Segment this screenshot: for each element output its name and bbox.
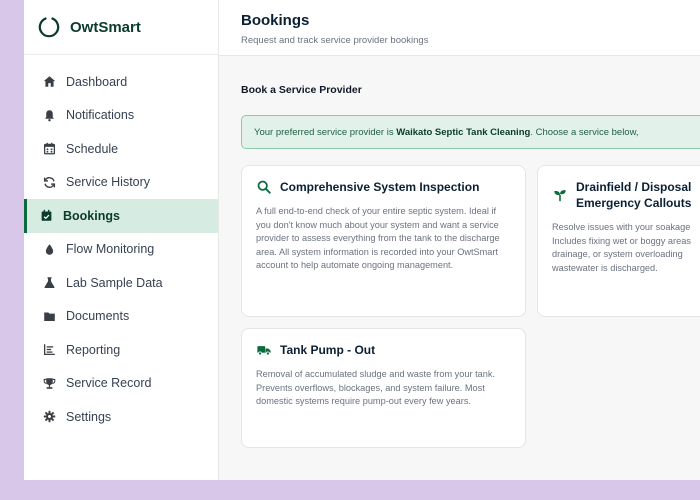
sidebar-item-flow-monitoring[interactable]: Flow Monitoring: [24, 233, 218, 267]
sidebar-item-service-history[interactable]: Service History: [24, 166, 218, 200]
sidebar-item-label: Settings: [66, 409, 112, 424]
card-description: A full end-to-end check of your entire s…: [256, 206, 500, 271]
home-icon: [42, 75, 56, 89]
sidebar-item-schedule[interactable]: Schedule: [24, 132, 218, 166]
bell-icon: [42, 108, 56, 122]
sidebar-item-notifications[interactable]: Notifications: [24, 99, 218, 133]
sidebar-item-reporting[interactable]: Reporting: [24, 333, 218, 367]
sidebar-item-bookings[interactable]: Bookings: [24, 199, 218, 233]
logo-icon: [38, 17, 60, 38]
card-description: Resolve issues with your soakage Include…: [552, 222, 691, 273]
chart-icon: [42, 343, 56, 357]
sidebar-item-label: Flow Monitoring: [66, 242, 155, 257]
service-card-pump-out[interactable]: Tank Pump - Out Removal of accumulated s…: [241, 328, 526, 448]
banner-suffix: . Choose a service below,: [530, 126, 642, 138]
service-card-drainfield[interactable]: Drainfield / Disposal Emergency Callouts…: [537, 165, 700, 317]
content-area: Book a Service Provider Your preferred s…: [219, 56, 700, 480]
flask-icon: [42, 276, 56, 290]
app-window: OwtSmart Dashboard Notifications Schedul…: [24, 0, 700, 480]
page-subtitle: Request and track service provider booki…: [241, 35, 429, 46]
sidebar-item-label: Lab Sample Data: [66, 275, 163, 290]
card-title: Tank Pump - Out: [280, 343, 376, 357]
card-title: Drainfield / Disposal Emergency Callouts: [576, 180, 692, 210]
sidebar-item-dashboard[interactable]: Dashboard: [24, 65, 218, 99]
calendar-check-icon: [39, 209, 53, 223]
sidebar-item-label: Documents: [66, 309, 130, 324]
service-cards: Comprehensive System Inspection A full e…: [241, 165, 700, 465]
brand-name: OwtSmart: [70, 18, 141, 36]
droplet-icon: [42, 242, 56, 256]
section-title: Book a Service Provider: [241, 84, 362, 96]
refresh-icon: [42, 175, 56, 189]
service-card-inspection[interactable]: Comprehensive System Inspection A full e…: [241, 165, 526, 317]
card-description: Removal of accumulated sludge and waste …: [256, 369, 495, 407]
gear-icon: [42, 410, 56, 424]
card-title: Comprehensive System Inspection: [280, 180, 480, 194]
sprout-icon: [552, 187, 568, 203]
sidebar-item-label: Schedule: [66, 141, 119, 156]
sidebar-item-label: Reporting: [66, 342, 121, 357]
main-content: Bookings Request and track service provi…: [219, 0, 700, 480]
sidebar-item-settings[interactable]: Settings: [24, 400, 218, 434]
sidebar-item-lab-sample-data[interactable]: Lab Sample Data: [24, 266, 218, 300]
sidebar-item-service-record[interactable]: Service Record: [24, 367, 218, 401]
sidebar-item-label: Dashboard: [66, 74, 128, 89]
sidebar-item-label: Notifications: [66, 108, 135, 123]
brand[interactable]: OwtSmart: [24, 0, 218, 55]
page-header: Bookings Request and track service provi…: [219, 0, 700, 56]
sidebar-item-label: Service Record: [66, 376, 152, 391]
truck-icon: [256, 342, 272, 358]
search-icon: [256, 179, 272, 195]
page-title: Bookings: [241, 12, 310, 29]
preferred-provider-banner: Your preferred service provider is Waika…: [241, 115, 700, 149]
preferred-provider-name: Waikato Septic Tank Cleaning: [396, 126, 531, 138]
sidebar: OwtSmart Dashboard Notifications Schedul…: [24, 0, 219, 480]
sidebar-item-label: Bookings: [63, 208, 120, 223]
banner-prefix: Your preferred service provider is: [254, 126, 397, 138]
sidebar-item-documents[interactable]: Documents: [24, 300, 218, 334]
sidebar-nav: Dashboard Notifications Schedule Service…: [24, 55, 218, 434]
trophy-icon: [42, 376, 56, 390]
calendar-icon: [42, 142, 56, 156]
sidebar-item-label: Service History: [66, 175, 151, 190]
folder-icon: [42, 309, 56, 323]
